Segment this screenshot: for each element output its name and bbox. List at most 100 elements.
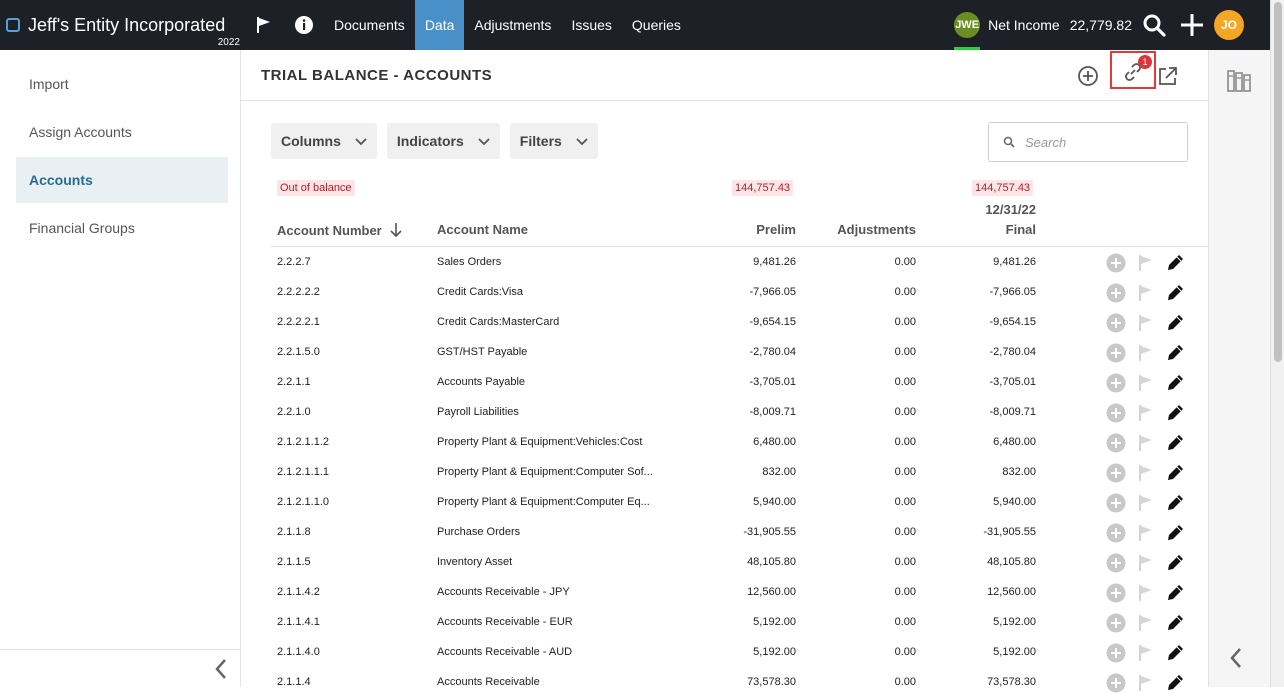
add-adjustment-icon[interactable] [1105,252,1127,274]
flag-icon[interactable] [1135,612,1157,634]
chevron-left-icon[interactable] [214,658,228,685]
flag-icon[interactable] [1135,282,1157,304]
info-icon[interactable] [284,0,324,50]
add-adjustment-icon[interactable] [1105,672,1127,694]
add-adjustment-icon[interactable] [1105,582,1127,604]
sort-arrow-down-icon[interactable] [390,222,402,238]
add-adjustment-icon[interactable] [1105,492,1127,514]
edit-pencil-icon[interactable] [1164,672,1186,694]
account-number: 2.1.1.4.2 [277,586,320,598]
edit-pencil-icon[interactable] [1164,642,1186,664]
flag-icon[interactable] [1135,312,1157,334]
nav-adjustments[interactable]: Adjustments [464,0,561,50]
table-row[interactable]: 2.1.1.4 Accounts Receivable 73,578.30 0.00 7… [241,668,1208,698]
chevron-left-icon[interactable] [1229,647,1243,669]
table-row[interactable]: 2.1.2.1.1.0 Property Plant & Equipment:Co… [241,488,1208,518]
table-row[interactable]: 2.2.2.2.2 Credit Cards:Visa -7,966.05 0.00 -… [241,278,1208,308]
table-row[interactable]: 2.1.2.1.1.1 Property Plant & Equipment:Co… [241,458,1208,488]
flag-icon[interactable] [1135,672,1157,694]
col-account-number[interactable]: Account Number [277,222,402,238]
external-link-icon[interactable] [1156,64,1180,88]
final-difference: 144,757.43 [972,180,1034,196]
edit-pencil-icon[interactable] [1164,492,1186,514]
add-adjustment-icon[interactable] [1105,612,1127,634]
table-row[interactable]: 2.2.1.0 Payroll Liabilities -8,009.71 0.00 -… [241,398,1208,428]
flag-icon[interactable] [1135,552,1157,574]
sidebar-item-accounts[interactable]: Accounts [16,157,228,203]
edit-pencil-icon[interactable] [1164,372,1186,394]
edit-pencil-icon[interactable] [1164,552,1186,574]
sidebar-item-import[interactable]: Import [16,61,228,107]
filters-dropdown[interactable]: Filters [509,123,598,159]
link-button-highlight[interactable]: 1 [1110,51,1156,89]
table-row[interactable]: 2.1.1.5 Inventory Asset 48,105.80 0.00 48,10… [241,548,1208,578]
user-avatar[interactable]: JO [1214,10,1244,40]
flag-icon[interactable] [1135,522,1157,544]
edit-pencil-icon[interactable] [1164,342,1186,364]
account-number: 2.2.1.5.0 [277,346,320,358]
table-row[interactable]: 2.2.1.1 Accounts Payable -3,705.01 0.00 -3,7… [241,368,1208,398]
add-adjustment-icon[interactable] [1105,282,1127,304]
search-icon[interactable] [1142,13,1166,37]
edit-pencil-icon[interactable] [1164,252,1186,274]
entity-avatar[interactable]: JWE [954,12,981,50]
flag-icon[interactable] [1135,372,1157,394]
edit-pencil-icon[interactable] [1164,432,1186,454]
col-account-name[interactable]: Account Name [437,222,528,237]
table-row[interactable]: 2.1.1.4.2 Accounts Receivable - JPY 12,560… [241,578,1208,608]
add-adjustment-icon[interactable] [1105,342,1127,364]
columns-dropdown[interactable]: Columns [271,123,377,159]
add-icon[interactable] [1180,13,1204,37]
nav-documents[interactable]: Documents [324,0,415,50]
table-row[interactable]: 2.2.2.2.1 Credit Cards:MasterCard -9,654.1… [241,308,1208,338]
indicators-dropdown[interactable]: Indicators [386,123,500,159]
flag-icon[interactable] [244,0,284,50]
adjustments-value: 0.00 [894,646,916,658]
edit-pencil-icon[interactable] [1164,312,1186,334]
add-adjustment-icon[interactable] [1105,522,1127,544]
flag-icon[interactable] [1135,402,1157,424]
flag-icon[interactable] [1135,432,1157,454]
entity-name[interactable]: Jeff's Entity Incorporated [28,15,225,36]
table-row[interactable]: 2.1.1.4.0 Accounts Receivable - AUD 5,192.… [241,638,1208,668]
flag-icon[interactable] [1135,342,1157,364]
table-row[interactable]: 2.2.2.7 Sales Orders 9,481.26 0.00 9,481.26 [241,248,1208,278]
col-adjustments[interactable]: Adjustments [816,222,916,237]
table-row[interactable]: 2.1.2.1.1.2 Property Plant & Equipment:Ve… [241,428,1208,458]
entity-brand[interactable]: Jeff's Entity Incorporated 2022 [0,0,244,50]
add-adjustment-icon[interactable] [1105,462,1127,484]
nav-queries[interactable]: Queries [622,0,691,50]
add-circle-icon[interactable] [1076,64,1100,88]
edit-pencil-icon[interactable] [1164,402,1186,424]
add-adjustment-icon[interactable] [1105,402,1127,424]
col-prelim[interactable]: Prelim [696,222,796,237]
add-adjustment-icon[interactable] [1105,372,1127,394]
documents-panel-icon[interactable] [1226,68,1252,94]
page-scrollbar[interactable] [1270,0,1284,687]
scrollbar-thumb[interactable] [1274,2,1282,362]
nav-issues[interactable]: Issues [561,0,621,50]
flag-icon[interactable] [1135,582,1157,604]
add-adjustment-icon[interactable] [1105,432,1127,454]
add-adjustment-icon[interactable] [1105,642,1127,664]
add-adjustment-icon[interactable] [1105,312,1127,334]
edit-pencil-icon[interactable] [1164,522,1186,544]
table-row[interactable]: 2.1.1.8 Purchase Orders -31,905.55 0.00 -31,… [241,518,1208,548]
flag-icon[interactable] [1135,492,1157,514]
flag-icon[interactable] [1135,252,1157,274]
sidebar-item-assign-accounts[interactable]: Assign Accounts [16,109,228,155]
add-adjustment-icon[interactable] [1105,552,1127,574]
edit-pencil-icon[interactable] [1164,462,1186,484]
flag-icon[interactable] [1135,462,1157,484]
table-row[interactable]: 2.2.1.5.0 GST/HST Payable -2,780.04 0.00 -2,… [241,338,1208,368]
sidebar-item-financial-groups[interactable]: Financial Groups [16,205,228,251]
table-row[interactable]: 2.1.1.4.1 Accounts Receivable - EUR 5,192.… [241,608,1208,638]
edit-pencil-icon[interactable] [1164,282,1186,304]
edit-pencil-icon[interactable] [1164,612,1186,634]
prelim-value: 73,578.30 [747,676,796,688]
search-input[interactable]: Search [988,122,1188,162]
flag-icon[interactable] [1135,642,1157,664]
col-final[interactable]: Final [936,222,1036,237]
nav-data[interactable]: Data [414,0,465,50]
edit-pencil-icon[interactable] [1164,582,1186,604]
